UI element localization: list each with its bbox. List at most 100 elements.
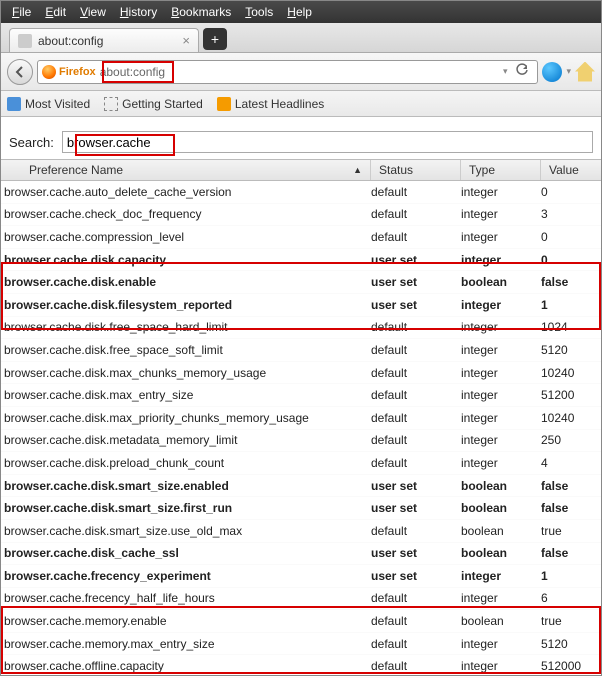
menu-view[interactable]: View: [73, 3, 113, 21]
cell-status: default: [371, 207, 461, 221]
menu-edit[interactable]: Edit: [38, 3, 73, 21]
identity-box[interactable]: Firefox: [42, 65, 96, 79]
table-row[interactable]: browser.cache.disk.free_space_hard_limit…: [1, 317, 601, 340]
cell-type: integer: [461, 456, 541, 470]
cell-name: browser.cache.memory.enable: [1, 614, 371, 628]
table-row[interactable]: browser.cache.frecency_experimentuser se…: [1, 565, 601, 588]
cell-status: default: [371, 456, 461, 470]
cell-type: integer: [461, 569, 541, 583]
cell-name: browser.cache.disk.enable: [1, 275, 371, 289]
dropdown-icon[interactable]: ▾: [503, 66, 508, 77]
gear-icon: [18, 34, 32, 48]
table-row[interactable]: browser.cache.frecency_half_life_hoursde…: [1, 588, 601, 611]
bookmark-latest-headlines[interactable]: Latest Headlines: [217, 97, 324, 111]
table-row[interactable]: browser.cache.memory.enabledefaultboolea…: [1, 610, 601, 633]
cell-value: 51200: [541, 388, 601, 402]
col-status[interactable]: Status: [371, 160, 461, 180]
url-bar[interactable]: Firefox about:config ▾: [37, 60, 538, 84]
table-row[interactable]: browser.cache.disk.max_entry_sizedefault…: [1, 384, 601, 407]
back-button[interactable]: [7, 59, 33, 85]
cell-value: 10240: [541, 411, 601, 425]
cell-value: 5120: [541, 637, 601, 651]
cell-type: integer: [461, 343, 541, 357]
table-row[interactable]: browser.cache.disk.enableuser setboolean…: [1, 271, 601, 294]
cell-type: integer: [461, 659, 541, 673]
cell-status: default: [371, 185, 461, 199]
table-row[interactable]: browser.cache.disk.smart_size.use_old_ma…: [1, 520, 601, 543]
table-row[interactable]: browser.cache.offline.capacitydefaultint…: [1, 655, 601, 678]
bookmark-label: Getting Started: [122, 97, 203, 111]
cell-status: user set: [371, 501, 461, 515]
cell-type: integer: [461, 230, 541, 244]
menu-file[interactable]: File: [5, 3, 38, 21]
dropdown-icon[interactable]: ▾: [566, 66, 571, 77]
new-tab-button[interactable]: +: [203, 28, 227, 50]
table-row[interactable]: browser.cache.disk.preload_chunk_countde…: [1, 452, 601, 475]
table-row[interactable]: browser.cache.disk.smart_size.enableduse…: [1, 475, 601, 498]
cell-name: browser.cache.compression_level: [1, 230, 371, 244]
cell-name: browser.cache.disk.smart_size.use_old_ma…: [1, 524, 371, 538]
cell-type: boolean: [461, 275, 541, 289]
bookmark-label: Most Visited: [25, 97, 90, 111]
col-value[interactable]: Value: [541, 160, 601, 180]
preference-list: browser.cache.auto_delete_cache_versiond…: [1, 181, 601, 678]
cell-name: browser.cache.disk.smart_size.first_run: [1, 501, 371, 515]
cell-status: default: [371, 433, 461, 447]
table-row[interactable]: browser.cache.disk.free_space_soft_limit…: [1, 339, 601, 362]
col-preference-name[interactable]: Preference Name ▲: [1, 160, 371, 180]
cell-value: false: [541, 501, 601, 515]
cell-status: default: [371, 320, 461, 334]
bookmark-getting-started[interactable]: Getting Started: [104, 97, 203, 111]
home-button[interactable]: [575, 62, 595, 82]
cell-name: browser.cache.disk.capacity: [1, 253, 371, 267]
table-row[interactable]: browser.cache.disk.smart_size.first_runu…: [1, 497, 601, 520]
cell-value: 0: [541, 185, 601, 199]
table-row[interactable]: browser.cache.disk.max_priority_chunks_m…: [1, 407, 601, 430]
table-row[interactable]: browser.cache.disk_cache_ssluser setbool…: [1, 543, 601, 566]
cell-value: false: [541, 479, 601, 493]
cell-value: false: [541, 275, 601, 289]
table-row[interactable]: browser.cache.compression_leveldefaultin…: [1, 226, 601, 249]
search-input[interactable]: [62, 131, 593, 153]
menu-history[interactable]: History: [113, 3, 164, 21]
col-type[interactable]: Type: [461, 160, 541, 180]
tab-about-config[interactable]: about:config ×: [9, 28, 199, 52]
cell-value: 512000: [541, 659, 601, 673]
cell-value: true: [541, 524, 601, 538]
cell-name: browser.cache.disk.free_space_soft_limit: [1, 343, 371, 357]
cell-type: boolean: [461, 479, 541, 493]
cell-status: default: [371, 343, 461, 357]
table-row[interactable]: browser.cache.disk.metadata_memory_limit…: [1, 430, 601, 453]
menu-tools[interactable]: Tools: [238, 3, 280, 21]
col-label: Value: [549, 163, 579, 177]
cell-type: integer: [461, 253, 541, 267]
cell-name: browser.cache.disk.max_priority_chunks_m…: [1, 411, 371, 425]
table-row[interactable]: browser.cache.disk.filesystem_reportedus…: [1, 294, 601, 317]
cell-name: browser.cache.disk_cache_ssl: [1, 546, 371, 560]
table-row[interactable]: browser.cache.check_doc_frequencydefault…: [1, 204, 601, 227]
cell-value: true: [541, 614, 601, 628]
globe-button[interactable]: [542, 62, 562, 82]
cell-value: 6: [541, 591, 601, 605]
bookmark-most-visited[interactable]: Most Visited: [7, 97, 90, 111]
cell-status: default: [371, 591, 461, 605]
cell-value: 0: [541, 230, 601, 244]
col-label: Type: [469, 163, 495, 177]
tab-title: about:config: [38, 34, 176, 48]
folder-icon: [7, 97, 21, 111]
menu-help[interactable]: Help: [280, 3, 319, 21]
arrow-left-icon: [14, 66, 26, 78]
menu-bookmarks[interactable]: Bookmarks: [164, 3, 238, 21]
table-row[interactable]: browser.cache.disk.max_chunks_memory_usa…: [1, 362, 601, 385]
cell-value: 1024: [541, 320, 601, 334]
table-row[interactable]: browser.cache.auto_delete_cache_versiond…: [1, 181, 601, 204]
cell-status: default: [371, 524, 461, 538]
reload-button[interactable]: [515, 63, 529, 80]
close-icon[interactable]: ×: [182, 33, 190, 48]
url-text: about:config: [100, 65, 499, 79]
table-row[interactable]: browser.cache.disk.capacityuser setinteg…: [1, 249, 601, 272]
table-row[interactable]: browser.cache.memory.max_entry_sizedefau…: [1, 633, 601, 656]
cell-status: user set: [371, 275, 461, 289]
cell-status: user set: [371, 479, 461, 493]
cell-type: integer: [461, 366, 541, 380]
